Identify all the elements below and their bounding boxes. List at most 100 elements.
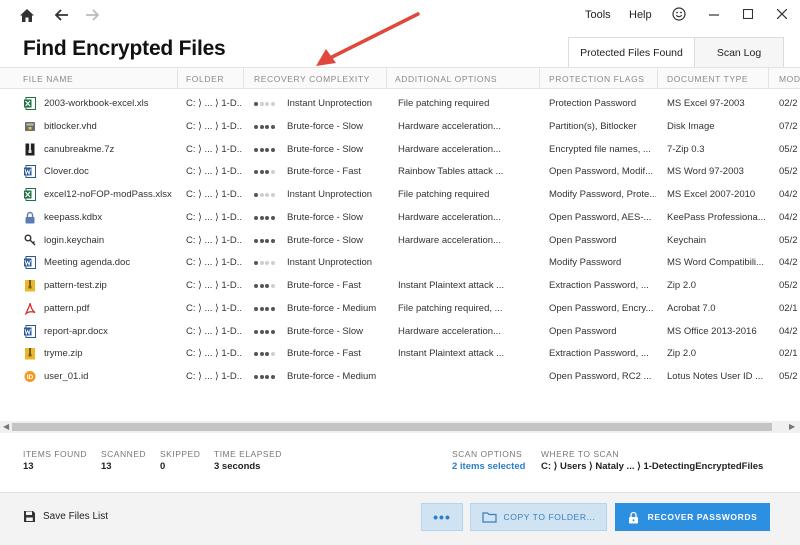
table-row[interactable]: 2003-workbook-excel.xls C: ⟩ ... ⟩ 1-D...… xyxy=(0,93,800,116)
smiley-feedback-icon[interactable] xyxy=(671,6,687,22)
protection-flags-cell: Modify Password xyxy=(549,257,622,269)
svg-text:ID: ID xyxy=(27,374,34,381)
protection-flags-cell: Open Password, RC2 ... xyxy=(549,371,652,382)
scrollbar-thumb[interactable] xyxy=(12,423,772,431)
complexity-level-indicator xyxy=(254,352,275,357)
complexity-dot xyxy=(270,375,275,379)
file-name-cell: Clover.doc xyxy=(44,166,89,178)
table-row[interactable]: tryme.zip C: ⟩ ... ⟩ 1-D... Brute-force - … xyxy=(0,343,800,366)
folder-cell: C: ⟩ ... ⟩ 1-D... xyxy=(186,257,242,269)
scroll-right-icon[interactable]: ▶ xyxy=(789,422,795,431)
column-header-file-name[interactable]: FILE NAME xyxy=(23,74,73,84)
document-type-cell: Zip 2.0 xyxy=(667,348,697,360)
document-type-cell: Lotus Notes User ID ... xyxy=(667,371,764,382)
menu-help[interactable]: Help xyxy=(629,9,652,21)
complexity-dot xyxy=(259,352,264,357)
complexity-level-indicator xyxy=(254,329,275,334)
complexity-dot xyxy=(270,215,275,220)
complexity-dot xyxy=(270,102,275,106)
horizontal-scrollbar[interactable]: ◀ ▶ xyxy=(0,421,800,433)
table-row[interactable]: pattern.pdf C: ⟩ ... ⟩ 1-D... Brute-force … xyxy=(0,298,800,321)
column-header-recovery-complexity[interactable]: RECOVERY COMPLEXITY xyxy=(254,74,370,84)
table-row[interactable]: Clover.doc C: ⟩ ... ⟩ 1-D... Brute-force -… xyxy=(0,161,800,184)
maximize-icon[interactable] xyxy=(740,6,756,22)
modified-cell: 04/2 xyxy=(779,211,798,223)
folder-cell: C: ⟩ ... ⟩ 1-D... xyxy=(186,325,242,337)
tab-protected-files-found[interactable]: Protected Files Found xyxy=(568,37,695,67)
complexity-dot xyxy=(259,147,264,152)
complexity-dot xyxy=(254,147,258,152)
complexity-level-indicator xyxy=(254,261,275,266)
scroll-left-icon[interactable]: ◀ xyxy=(3,422,9,431)
protection-flags-cell: Modify Password, Prote... xyxy=(549,189,656,200)
protection-flags-cell: Open Password xyxy=(549,325,617,337)
bitlocker-file-icon xyxy=(24,120,36,133)
complexity-dot xyxy=(270,147,275,152)
back-arrow-icon[interactable] xyxy=(52,5,72,25)
table-row[interactable]: pattern-test.zip C: ⟩ ... ⟩ 1-D... Brute-f… xyxy=(0,275,800,298)
document-type-cell: MS Office 2013-2016 xyxy=(667,325,757,337)
complexity-dot xyxy=(259,170,264,175)
scan-options-label: SCAN OPTIONS xyxy=(452,449,523,459)
document-type-cell: Acrobat 7.0 xyxy=(667,302,716,314)
table-row[interactable]: Meeting agenda.doc C: ⟩ ... ⟩ 1-D... Insta… xyxy=(0,252,800,275)
tab-scan-log[interactable]: Scan Log xyxy=(695,37,784,67)
complexity-dot xyxy=(270,170,275,175)
copy-to-folder-button[interactable]: COPY TO FOLDER... xyxy=(470,503,607,531)
skipped-label: SKIPPED xyxy=(160,449,201,459)
zip-file-icon xyxy=(24,279,36,292)
file-name-cell: keepass.kdbx xyxy=(44,211,103,223)
scanned-label: SCANNED xyxy=(101,449,147,459)
recovery-complexity-cell: Brute-force - Slow xyxy=(287,325,364,337)
column-header-folder[interactable]: FOLDER xyxy=(186,74,224,84)
complexity-dot xyxy=(265,215,269,220)
word-file-icon xyxy=(24,165,36,179)
column-header-protection-flags[interactable]: PROTECTION FLAGS xyxy=(549,74,645,84)
complexity-dot xyxy=(265,375,269,379)
additional-options-cell: File patching required xyxy=(398,189,490,200)
forward-arrow-icon[interactable] xyxy=(82,5,102,25)
more-options-button[interactable]: ••• xyxy=(421,503,463,531)
keychain-file-icon xyxy=(24,234,36,247)
table-row[interactable]: bitlocker.vhd C: ⟩ ... ⟩ 1-D... Brute-forc… xyxy=(0,116,800,139)
file-name-cell: Meeting agenda.doc xyxy=(44,257,131,269)
recovery-complexity-cell: Brute-force - Fast xyxy=(287,166,361,178)
protection-flags-cell: Encrypted file names, ... xyxy=(549,143,651,155)
save-files-list-label: Save Files List xyxy=(43,511,109,522)
complexity-dot xyxy=(270,352,275,357)
protection-flags-cell: Open Password, AES-... xyxy=(549,211,652,223)
close-icon[interactable] xyxy=(774,6,790,22)
complexity-level-indicator xyxy=(254,124,275,129)
archive-file-icon xyxy=(24,143,36,156)
where-to-scan-label: WHERE TO SCAN xyxy=(541,449,619,459)
word-file-icon xyxy=(24,324,36,338)
minimize-icon[interactable] xyxy=(706,6,722,22)
complexity-dot xyxy=(254,375,258,379)
modified-cell: 04/2 xyxy=(779,325,798,337)
file-name-cell: tryme.zip xyxy=(44,348,83,360)
complexity-dot xyxy=(254,329,258,334)
complexity-dot xyxy=(254,284,258,288)
document-type-cell: Disk Image xyxy=(667,120,715,132)
home-icon[interactable] xyxy=(17,5,37,25)
folder-cell: C: ⟩ ... ⟩ 1-D... xyxy=(186,166,242,178)
table-row[interactable]: excel12-noFOP-modPass.xlsx C: ⟩ ... ⟩ 1-D… xyxy=(0,184,800,207)
table-row[interactable]: report-apr.docx C: ⟩ ... ⟩ 1-D... Brute-fo… xyxy=(0,321,800,344)
where-to-scan-value[interactable]: C: ⟩ Users ⟩ Nataly ... ⟩ 1-DetectingEnc… xyxy=(541,461,763,472)
column-header-document-type[interactable]: DOCUMENT TYPE xyxy=(667,74,748,84)
items-found-value: 13 xyxy=(23,461,34,472)
excel-file-icon xyxy=(24,97,36,110)
scan-options-link[interactable]: 2 items selected xyxy=(452,461,525,472)
table-row[interactable]: login.keychain C: ⟩ ... ⟩ 1-D... Brute-for… xyxy=(0,230,800,253)
table-row[interactable]: keepass.kdbx C: ⟩ ... ⟩ 1-D... Brute-force… xyxy=(0,207,800,230)
complexity-dot xyxy=(270,124,275,129)
table-row[interactable]: ID user_01.id C: ⟩ ... ⟩ 1-D... Brute-force… xyxy=(0,366,800,389)
recover-passwords-button[interactable]: RECOVER PASSWORDS xyxy=(615,503,770,531)
column-header-additional-options[interactable]: ADDITIONAL OPTIONS xyxy=(395,74,497,84)
complexity-level-indicator xyxy=(254,215,275,220)
save-files-list-button[interactable]: Save Files List xyxy=(23,510,108,523)
table-row[interactable]: canubreakme.7z C: ⟩ ... ⟩ 1-D... Brute-for… xyxy=(0,139,800,162)
complexity-dot xyxy=(259,284,264,288)
column-header-modified[interactable]: MODI xyxy=(779,74,800,84)
menu-tools[interactable]: Tools xyxy=(585,9,611,21)
